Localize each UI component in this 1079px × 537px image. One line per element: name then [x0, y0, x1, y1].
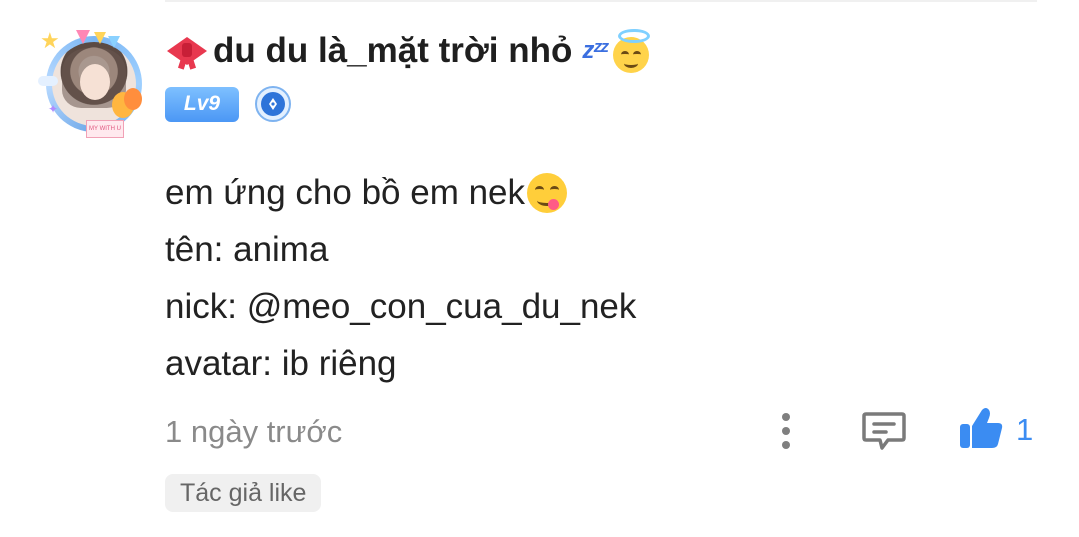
- comment-line-text: em ứng cho bồ em nek: [165, 173, 526, 212]
- comment-line: tên: anima: [165, 221, 1025, 278]
- like-count: 1: [1016, 412, 1034, 447]
- pen-badge-icon[interactable]: [255, 86, 291, 122]
- comment-timestamp: 1 ngày trước: [165, 414, 343, 449]
- bunting-flag-icon: [76, 30, 90, 44]
- comment-line: em ứng cho bồ em nek: [165, 164, 1025, 221]
- bunting-flag-icon: [108, 36, 120, 48]
- author-name-row[interactable]: du du là_mặt trời nhỏ zᶻᶻ: [165, 28, 651, 74]
- star-decoration-icon: ★: [40, 28, 60, 53]
- sparkle-icon: ✦: [48, 102, 59, 116]
- bunting-flag-icon: [94, 32, 106, 44]
- author-badges: Lv9: [165, 86, 291, 122]
- comment-line: nick: @meo_con_cua_du_nek: [165, 278, 1025, 335]
- angel-halo-emoji-icon: [611, 29, 651, 73]
- author-name[interactable]: du du là_mặt trời nhỏ: [213, 31, 572, 71]
- more-vertical-icon[interactable]: [770, 406, 802, 456]
- thumbs-up-icon: [958, 406, 1004, 455]
- author-like-badge: Tác giả like: [165, 474, 322, 512]
- avatar[interactable]: ★ ✦ MY WITH U: [38, 28, 148, 138]
- ribbon-bow-icon: [165, 31, 209, 71]
- yum-face-emoji-icon: [527, 172, 568, 213]
- comment-reply-icon[interactable]: [860, 408, 908, 454]
- top-divider: [165, 0, 1037, 2]
- comment-line-text: tên: anima: [165, 230, 329, 269]
- balloon-icon: [124, 88, 142, 110]
- level-badge[interactable]: Lv9: [165, 86, 239, 122]
- comment-line: avatar: ib riêng: [165, 335, 1025, 392]
- sleeping-zzz-icon: zᶻᶻ: [582, 37, 608, 64]
- cloud-decoration-icon: [38, 76, 58, 86]
- like-button[interactable]: 1: [958, 405, 1033, 455]
- comment-body: em ứng cho bồ em nek tên: anima nick: @m…: [165, 164, 1025, 392]
- envelope-decoration: MY WITH U: [86, 120, 124, 138]
- comment-line-text: nick: @meo_con_cua_du_nek: [165, 287, 637, 326]
- comment-line-text: avatar: ib riêng: [165, 344, 397, 383]
